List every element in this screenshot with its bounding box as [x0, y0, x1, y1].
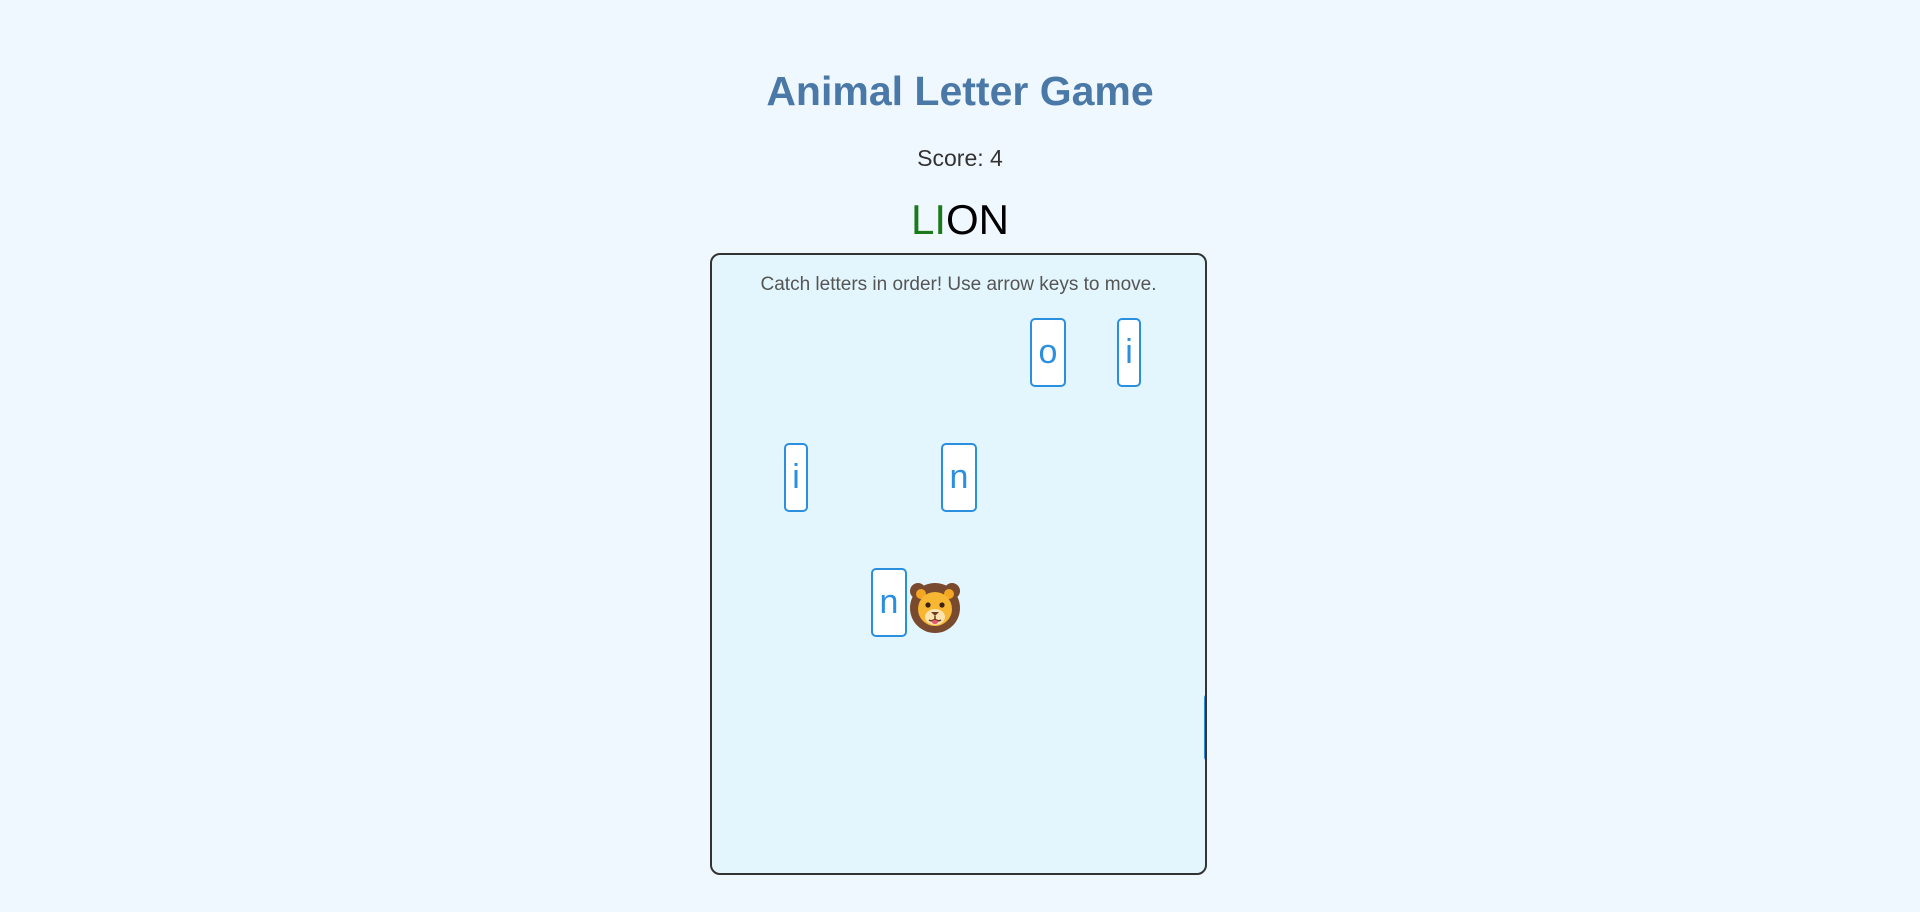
instructions-text: Catch letters in order! Use arrow keys t… — [760, 274, 1157, 295]
falling-letter-tile: i — [784, 443, 808, 512]
caught-letters: LI — [910, 196, 947, 243]
lion-face-icon — [910, 583, 960, 633]
game-title: Animal Letter Game — [766, 68, 1154, 114]
remaining-letters: ON — [946, 196, 1010, 243]
falling-letter-tile — [1204, 693, 1205, 762]
falling-letter-tile: o — [1030, 318, 1066, 387]
falling-letter-tile: i — [1117, 318, 1141, 387]
game-page: Animal Letter Game Score: 4 LION Catch l… — [0, 0, 1920, 912]
score-display: Score: 4 — [917, 145, 1003, 171]
lion-player[interactable] — [906, 579, 964, 637]
falling-letter-tile: n — [941, 443, 977, 512]
game-board[interactable]: Catch letters in order! Use arrow keys t… — [710, 253, 1207, 875]
falling-letter-tile: n — [871, 568, 907, 637]
target-word: LION — [0, 196, 1920, 244]
